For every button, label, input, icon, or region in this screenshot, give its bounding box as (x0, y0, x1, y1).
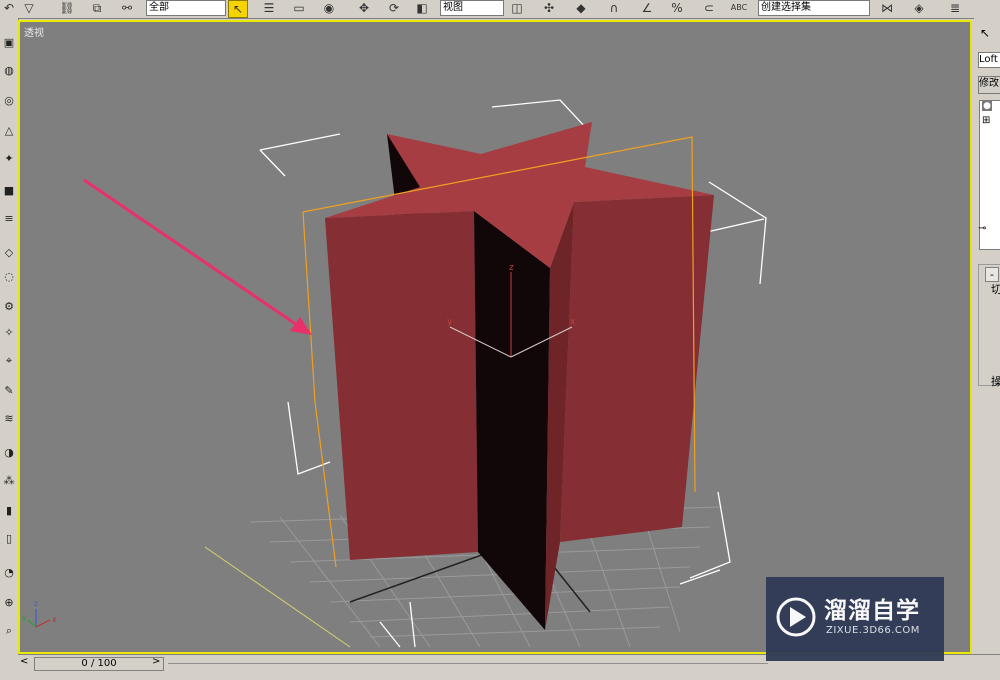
axis-z-label: z (34, 599, 38, 608)
pyramid-icon[interactable]: ◇ (1, 246, 17, 260)
panel-select-icon[interactable]: ↖ (980, 26, 990, 40)
gizmo-x-label: x (570, 317, 576, 327)
rotate-icon[interactable]: ⟳ (385, 0, 403, 16)
modifier-list-combo[interactable]: 修改 (978, 76, 1000, 94)
edit-named-selection-icon[interactable]: ABC (730, 0, 748, 16)
timeline-track[interactable] (168, 663, 768, 664)
window-crossing-icon[interactable]: ◉ (320, 0, 338, 16)
rollout-collapse-button[interactable]: - (985, 267, 999, 282)
tube-icon[interactable]: ≡ (1, 212, 17, 226)
main-toolbar: ↶ ▽ ⛓ ⧉ ⚯ 全部 ↖ ☰ ▭ ◉ ✥ ⟳ ◧ 视图 ◫ ✣ ◆ ∩ ∠ … (0, 0, 1000, 19)
layer-icon[interactable]: ≣ (946, 0, 964, 16)
pin-icon[interactable]: ⊸ (978, 223, 986, 234)
percent-snap-icon[interactable]: % (668, 0, 686, 16)
bulb-icon[interactable]: ● (982, 101, 992, 111)
box-icon[interactable]: ■ (1, 184, 17, 198)
object-name-field[interactable]: Loft (978, 52, 1000, 68)
watermark: 溜溜自学 ZIXUE.3D66.COM (766, 577, 944, 661)
unlink-icon[interactable]: ⧉ (88, 0, 106, 16)
annotation-arrow (83, 178, 312, 335)
watermark-title: 溜溜自学 (824, 598, 920, 624)
mirror-icon[interactable]: ⋈ (878, 0, 896, 16)
scene-canvas: z x y z x y (22, 99, 767, 648)
cone-icon[interactable]: △ (1, 124, 17, 138)
display-icon[interactable]: ⌕ (1, 624, 17, 638)
motion-icon[interactable]: ⊕ (1, 596, 17, 610)
selection-filter-combo[interactable]: 全部 (146, 0, 226, 16)
named-selection-combo[interactable]: 创建选择集 (758, 0, 870, 16)
timeline-prev-button[interactable]: < (20, 656, 28, 667)
select-by-name-icon[interactable]: ☰ (260, 0, 278, 16)
axis-x-label: x (52, 615, 57, 624)
timeline-next-button[interactable]: > (152, 656, 160, 667)
helper-icon[interactable]: ✎ (1, 384, 17, 398)
watermark-logo-icon (776, 597, 816, 637)
snap-icon[interactable]: ∩ (605, 0, 623, 16)
star-icon[interactable]: ✦ (1, 152, 17, 166)
light-icon[interactable]: ✧ (1, 326, 17, 340)
particle-icon[interactable]: ⁂ (1, 474, 17, 488)
gear-icon[interactable]: ⚙ (1, 300, 17, 314)
bind-icon[interactable]: ⚯ (118, 0, 136, 16)
expand-icon[interactable]: ⊞ (982, 115, 990, 126)
rollout-text-1: 切 (991, 283, 1000, 296)
angle-snap-icon[interactable]: ∠ (638, 0, 656, 16)
system-icon[interactable]: ▯ (1, 532, 17, 546)
axis-y-label: y (22, 613, 27, 622)
move-icon[interactable]: ✥ (355, 0, 373, 16)
keyboard-shortcut-icon[interactable]: ◆ (572, 0, 590, 16)
gizmo-z-label: z (509, 263, 514, 273)
time-slider[interactable]: 0 / 100 (34, 657, 164, 671)
region-select-icon[interactable]: ▭ (290, 0, 308, 16)
filter-icon[interactable]: ▽ (20, 0, 38, 16)
perspective-viewport[interactable]: 透视 z x y z x y (18, 20, 972, 654)
create-icon[interactable]: ▣ (1, 36, 17, 50)
reference-coord-combo[interactable]: 视图 (440, 0, 504, 16)
hierarchy-icon[interactable]: ◔ (1, 566, 17, 580)
rollout-text-2: 操 (991, 375, 1000, 388)
select-manipulate-icon[interactable]: ✣ (540, 0, 558, 16)
shape-icon[interactable]: ◑ (1, 446, 17, 460)
paint-icon[interactable]: ▮ (1, 504, 17, 518)
scale-icon[interactable]: ◧ (413, 0, 431, 16)
sphere-icon[interactable]: ◍ (1, 64, 17, 78)
left-toolbar: ▣ ◍ ◎ △ ✦ ■ ≡ ◇ ◌ ⚙ ✧ ⌖ ✎ ≋ ◑ ⁂ ▮ ▯ ◔ ⊕ … (0, 18, 19, 658)
cylinder-icon[interactable]: ◎ (1, 94, 17, 108)
pivot-icon[interactable]: ◫ (508, 0, 526, 16)
watermark-subtitle: ZIXUE.3D66.COM (826, 625, 920, 636)
rollout-panel: - 切 操 (978, 264, 1000, 388)
link-icon[interactable]: ⛓ (58, 0, 76, 16)
gizmo-y-label: y (447, 317, 453, 327)
command-panel: ↖ Loft 修改 ● ⊞ ⊸ - 切 操 (974, 18, 1000, 658)
torus-icon[interactable]: ◌ (1, 270, 17, 284)
spinner-snap-icon[interactable]: ⊂ (700, 0, 718, 16)
world-axis-tripod (27, 609, 51, 628)
camera-icon[interactable]: ⌖ (1, 354, 17, 368)
undo-icon[interactable]: ↶ (0, 0, 18, 16)
align-icon[interactable]: ◈ (910, 0, 928, 16)
select-icon[interactable]: ↖ (228, 0, 248, 18)
spacewarp-icon[interactable]: ≋ (1, 412, 17, 426)
